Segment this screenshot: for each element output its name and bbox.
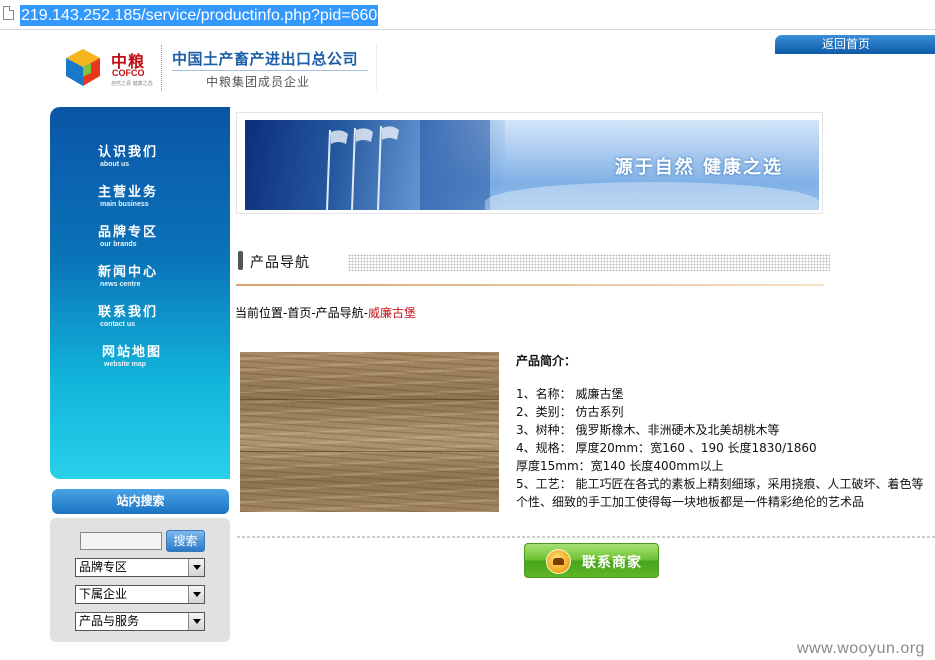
subsidiaries-select[interactable]: 下属企业 bbox=[75, 585, 205, 604]
chevron-down-icon[interactable] bbox=[188, 613, 204, 630]
nav-item-about-us[interactable]: 认识我们 about us bbox=[98, 145, 218, 181]
logo-tagline: 自然之源 健康之选 bbox=[111, 81, 153, 87]
nav-item-sublabel: about us bbox=[100, 161, 130, 168]
section-title: 产品导航 bbox=[250, 255, 310, 271]
select-value: 品牌专区 bbox=[79, 560, 128, 574]
url-text[interactable]: 219.143.252.185/service/productinfo.php?… bbox=[20, 5, 379, 26]
nav-item-sublabel: news centre bbox=[100, 281, 141, 288]
nav-item-label: 联系我们 bbox=[98, 305, 159, 320]
dotted-divider bbox=[236, 536, 935, 538]
nav-item-sublabel: main business bbox=[100, 201, 149, 208]
product-image bbox=[240, 352, 499, 512]
nav-item-main-business[interactable]: 主营业务 main business bbox=[98, 185, 218, 221]
breadcrumb: 当前位置-首页-产品导航-威廉古堡 bbox=[235, 304, 416, 321]
search-input[interactable] bbox=[80, 532, 162, 550]
nav-item-website-map[interactable]: 网站地图 website map bbox=[102, 345, 222, 381]
back-home-link[interactable]: 返回首页 bbox=[775, 35, 935, 54]
header-divider bbox=[376, 44, 377, 90]
chevron-down-icon[interactable] bbox=[188, 559, 204, 576]
nav-item-sublabel: our brands bbox=[100, 241, 137, 248]
product-spec-line-2: 厚度15mm：宽140 长度400mm以上 bbox=[516, 459, 724, 473]
product-spec-line: 4、规格： 厚度20mm：宽160 、190 长度1830/1860 bbox=[516, 441, 817, 455]
product-species-line: 3、树种： 俄罗斯橡木、非洲硬木及北美胡桃木等 bbox=[516, 423, 780, 437]
section-title-marker bbox=[238, 251, 243, 270]
nav-item-our-brands[interactable]: 品牌专区 our brands bbox=[98, 225, 218, 261]
product-name-line: 1、名称： 威廉古堡 bbox=[516, 387, 624, 401]
select-value: 下属企业 bbox=[79, 587, 128, 601]
phone-icon bbox=[546, 549, 571, 574]
left-nav: 认识我们 about us 主营业务 main business 品牌专区 ou… bbox=[50, 107, 230, 479]
product-intro-title: 产品简介： bbox=[516, 354, 577, 368]
contact-merchant-button[interactable]: 联系商家 bbox=[524, 543, 659, 578]
contact-merchant-label: 联系商家 bbox=[582, 555, 642, 571]
brand-zone-select[interactable]: 品牌专区 bbox=[75, 558, 205, 577]
nav-item-label: 认识我们 bbox=[98, 145, 159, 160]
chevron-down-icon[interactable] bbox=[188, 586, 204, 603]
products-services-select[interactable]: 产品与服务 bbox=[75, 612, 205, 631]
nav-item-sublabel: contact us bbox=[100, 321, 136, 328]
company-name: 中国土产畜产进出口总公司 bbox=[172, 50, 359, 68]
nav-item-contact-us[interactable]: 联系我们 contact us bbox=[98, 305, 218, 341]
plank-seam bbox=[240, 451, 499, 452]
watermark: www.wooyun.org bbox=[797, 640, 925, 657]
product-info: 产品简介： 1、名称： 威廉古堡 2、类别： 仿古系列 3、树种： 俄罗斯橡木、… bbox=[516, 352, 931, 511]
banner-image: 源于自然 健康之选 bbox=[245, 120, 819, 210]
breadcrumb-path[interactable]: 当前位置-首页-产品导航- bbox=[235, 306, 368, 320]
product-category-line: 2、类别： 仿古系列 bbox=[516, 405, 624, 419]
company-name-rule bbox=[172, 70, 368, 71]
breadcrumb-current: 威廉古堡 bbox=[368, 306, 417, 320]
page-icon bbox=[3, 6, 14, 20]
cofco-logo-icon bbox=[66, 49, 100, 86]
section-title-rule bbox=[236, 284, 824, 286]
banner-wave bbox=[485, 182, 819, 210]
nav-item-label: 品牌专区 bbox=[98, 225, 159, 240]
plank-seam bbox=[240, 399, 499, 400]
address-bar[interactable]: 219.143.252.185/service/productinfo.php?… bbox=[0, 0, 935, 30]
nav-item-label: 网站地图 bbox=[102, 345, 163, 360]
site-search-heading: 站内搜索 bbox=[52, 489, 229, 514]
flagpoles-graphic bbox=[326, 120, 490, 210]
search-button[interactable]: 搜索 bbox=[166, 530, 205, 552]
logo-divider bbox=[161, 45, 162, 91]
nav-item-label: 新闻中心 bbox=[98, 265, 159, 280]
nav-item-news-centre[interactable]: 新闻中心 news centre bbox=[98, 265, 218, 301]
banner-slogan: 源于自然 健康之选 bbox=[614, 157, 783, 178]
company-subtitle: 中粮集团成员企业 bbox=[206, 75, 311, 89]
back-home-label: 返回首页 bbox=[822, 37, 871, 51]
logo-en-text: COFCO bbox=[112, 68, 145, 78]
select-value: 产品与服务 bbox=[79, 614, 140, 628]
nav-item-label: 主营业务 bbox=[98, 185, 159, 200]
nav-item-sublabel: website map bbox=[104, 361, 147, 368]
product-craft-line: 5、工艺： 能工巧匠在各式的素板上精刻细琢，采用挠痕、人工破坏、着色等个性、细致… bbox=[516, 477, 924, 509]
section-title-pattern bbox=[348, 254, 830, 271]
